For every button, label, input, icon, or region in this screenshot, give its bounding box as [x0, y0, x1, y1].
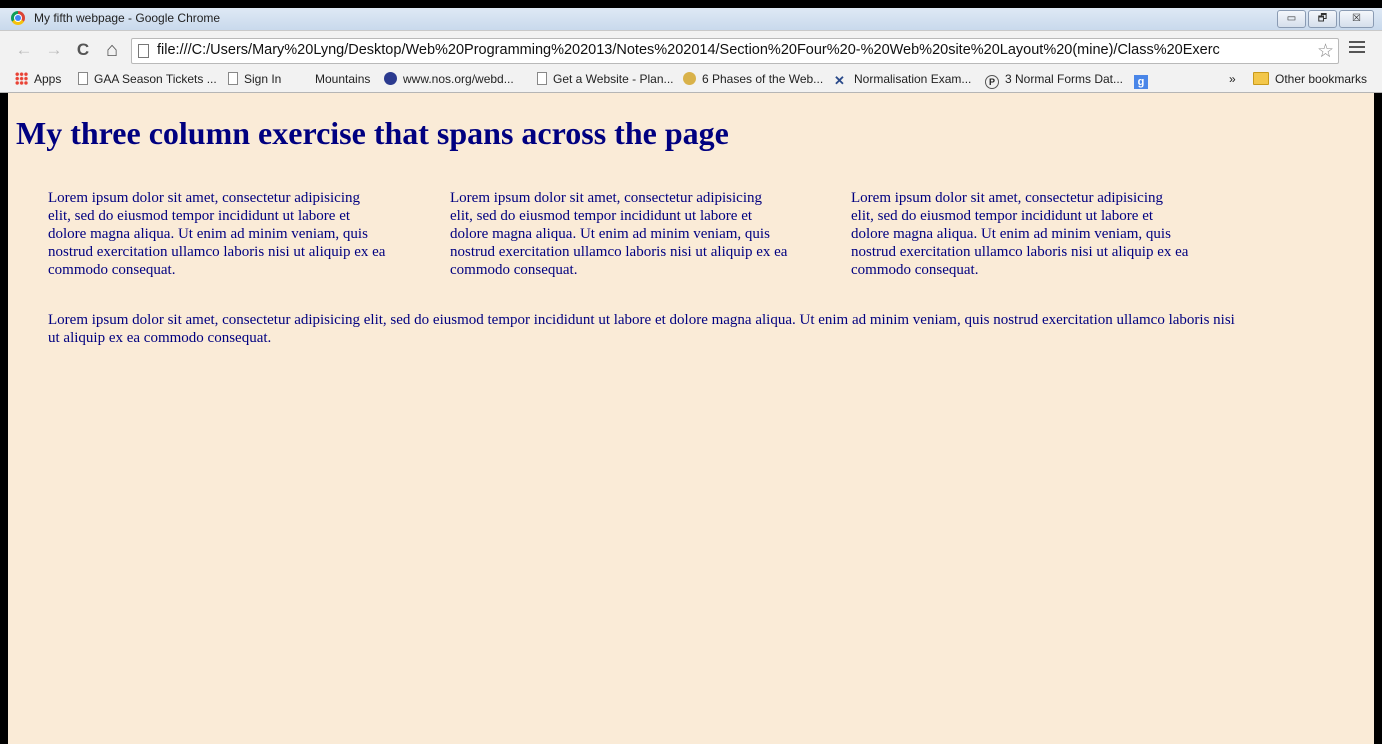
- column-3-text: Lorem ipsum dolor sit amet, consectetur …: [851, 190, 1189, 278]
- nos-icon: [384, 72, 397, 85]
- bookmark-google[interactable]: g: [1134, 72, 1154, 89]
- google-g-icon: g: [1134, 75, 1148, 89]
- address-url[interactable]: file:///C:/Users/Mary%20Lyng/Desktop/Web…: [157, 42, 1307, 58]
- page-icon: [138, 44, 149, 58]
- bookmark-mountains[interactable]: Mountains: [315, 72, 370, 86]
- bookmark-label: www.nos.org/webd...: [403, 72, 514, 86]
- bookmark-6-phases[interactable]: 6 Phases of the Web...: [683, 72, 823, 86]
- window-edge: [1374, 93, 1382, 744]
- bookmark-label: Get a Website - Plan...: [553, 72, 674, 86]
- page-icon: [537, 72, 547, 85]
- bookmark-label: Sign In: [244, 72, 282, 86]
- folder-icon: [1253, 72, 1269, 85]
- chrome-logo-icon: [11, 11, 25, 25]
- bookmark-label: Apps: [34, 72, 62, 86]
- column-2-text: Lorem ipsum dolor sit amet, consectetur …: [450, 190, 788, 278]
- bookmark-label: 3 Normal Forms Dat...: [1005, 72, 1124, 86]
- back-button[interactable]: ←: [14, 40, 34, 60]
- address-bar[interactable]: file:///C:/Users/Mary%20Lyng/Desktop/Web…: [131, 38, 1339, 64]
- bookmarks-bar: Apps GAA Season Tickets ... Sign In Moun…: [0, 68, 1382, 93]
- home-button[interactable]: ⌂: [102, 40, 122, 60]
- window-title: My fifth webpage - Google Chrome: [34, 11, 221, 25]
- page-icon: [228, 72, 238, 85]
- phases-icon: [683, 72, 696, 85]
- minimize-button[interactable]: ▭: [1277, 10, 1306, 28]
- reload-button[interactable]: C: [73, 40, 93, 60]
- chrome-menu-button[interactable]: [1349, 41, 1365, 56]
- browser-toolbar: ← → C ⌂ file:///C:/Users/Mary%20Lyng/Des…: [0, 30, 1382, 69]
- bookmark-gaa-season-tickets[interactable]: GAA Season Tickets ...: [78, 72, 217, 86]
- footer-paragraph: Lorem ipsum dolor sit amet, consectetur …: [48, 312, 1235, 346]
- close-button[interactable]: ☒: [1339, 10, 1374, 28]
- bookmark-get-a-website[interactable]: Get a Website - Plan...: [537, 72, 674, 86]
- window-titlebar[interactable]: My fifth webpage - Google Chrome ▭ 🗗 ☒: [0, 8, 1382, 30]
- bookmark-3-normal-forms[interactable]: P 3 Normal Forms Dat...: [985, 72, 1123, 89]
- page-icon: [78, 72, 88, 85]
- bookmark-star-icon[interactable]: ☆: [1317, 40, 1334, 63]
- p-icon: P: [985, 75, 999, 89]
- bookmark-nos[interactable]: www.nos.org/webd...: [384, 72, 514, 86]
- column-1-text: Lorem ipsum dolor sit amet, consectetur …: [48, 190, 386, 278]
- bookmark-apps[interactable]: Apps: [15, 72, 61, 86]
- page-heading: My three column exercise that spans acro…: [16, 115, 729, 151]
- bookmark-label: GAA Season Tickets ...: [94, 72, 217, 86]
- page-content: My three column exercise that spans acro…: [8, 93, 1374, 744]
- bookmark-label: Normalisation Exam...: [854, 72, 972, 86]
- bookmarks-overflow-button[interactable]: »: [1229, 72, 1236, 86]
- normalisation-icon: ✕: [834, 73, 845, 88]
- bookmark-normalisation[interactable]: ✕ Normalisation Exam...: [834, 72, 971, 87]
- bookmark-label: 6 Phases of the Web...: [702, 72, 824, 86]
- bookmark-sign-in[interactable]: Sign In: [228, 72, 281, 86]
- bookmark-label: Mountains: [315, 72, 371, 86]
- other-bookmarks-label: Other bookmarks: [1275, 72, 1368, 86]
- restore-button[interactable]: 🗗: [1308, 10, 1337, 28]
- apps-grid-icon: [15, 72, 28, 85]
- other-bookmarks[interactable]: Other bookmarks: [1253, 72, 1367, 86]
- forward-button[interactable]: →: [44, 40, 64, 60]
